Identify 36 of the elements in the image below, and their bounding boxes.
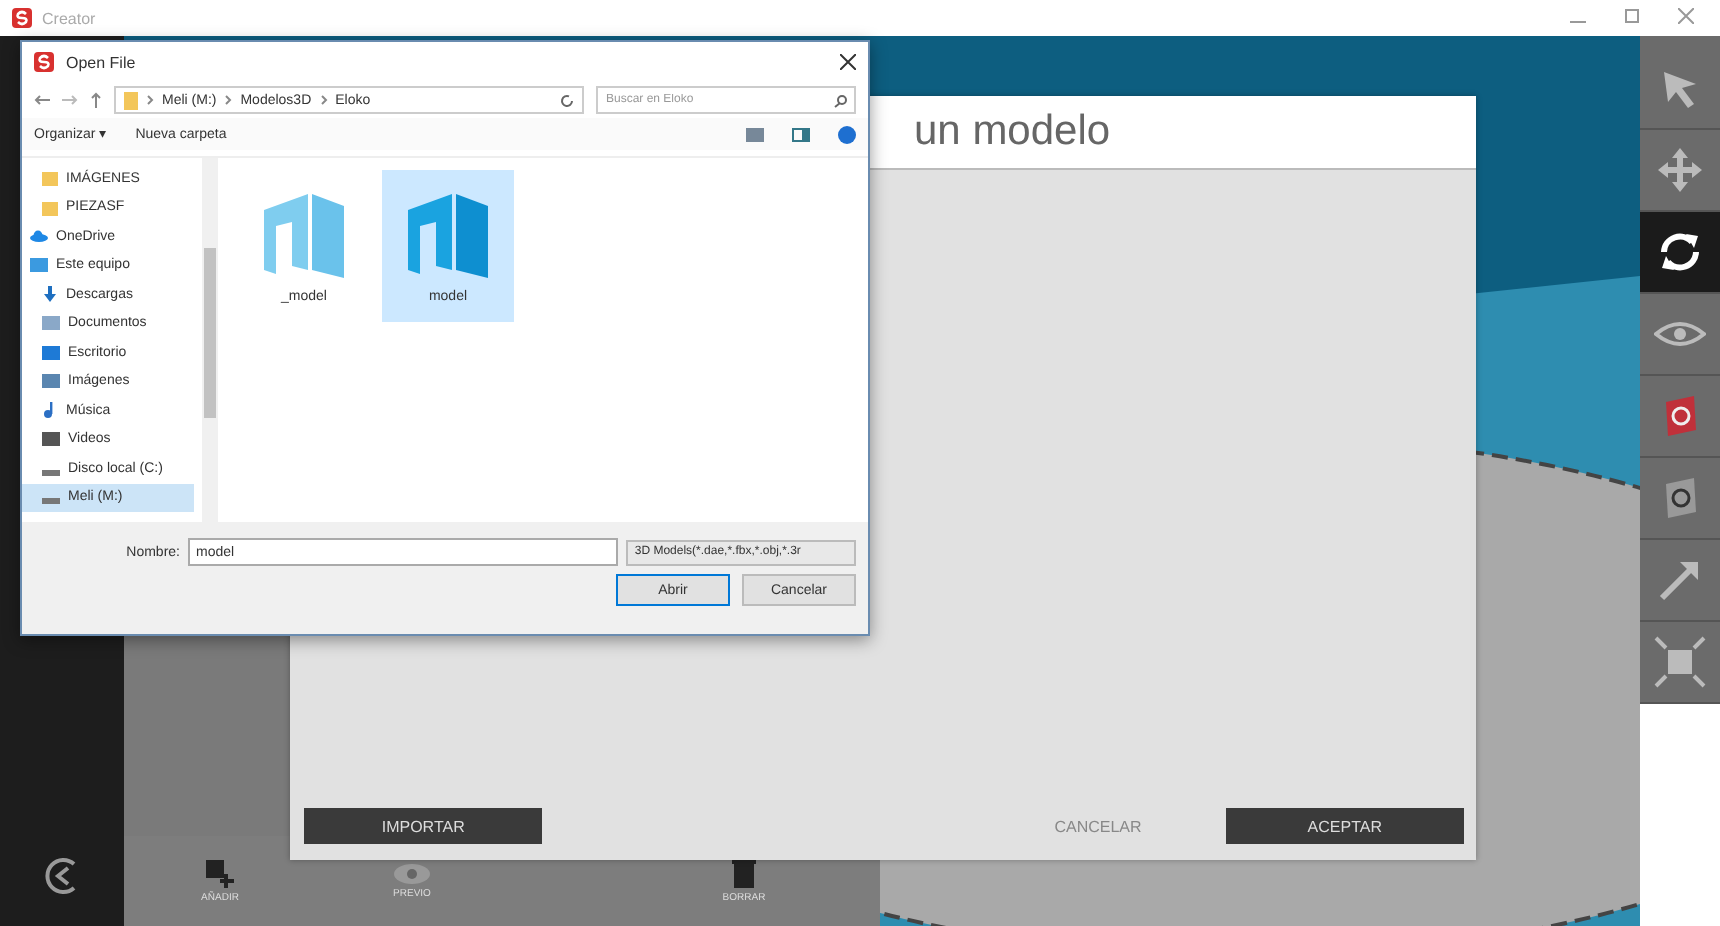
scale-icon [1654,636,1706,688]
cloud-icon [30,230,48,243]
eye-icon [394,863,430,883]
chevron-icon [319,94,328,106]
eye-icon [1654,320,1706,348]
window-title: Creator [42,9,98,27]
search-icon [834,93,848,107]
trash-icon [732,859,756,887]
modal-button[interactable]: ACEPTAR [1225,808,1464,844]
modal-title: un modelo [914,108,1111,156]
cube-icon [1660,394,1700,438]
modal-button[interactable]: IMPORTAR [304,808,543,844]
up-arrow-icon[interactable] [90,92,102,108]
music-note-icon [42,402,58,419]
scrollbar[interactable] [202,158,218,522]
model-file-icon [260,189,348,281]
diagonal-arrow-icon [1656,556,1704,604]
folder-icon [124,91,138,109]
add-layer-icon [206,859,234,887]
refresh-icon[interactable] [560,93,574,107]
chevron-icon [146,94,154,106]
close-icon[interactable] [840,54,856,70]
back-arrow-icon[interactable] [34,94,50,106]
tool-button[interactable] [1640,212,1720,294]
app-logo-icon [34,52,54,72]
model-file-icon [404,189,492,281]
pane-icon[interactable] [792,127,810,141]
maximize-icon[interactable] [1624,8,1640,24]
move-icon [1656,146,1704,194]
dialog-title: Open File [66,53,138,71]
cube-icon [1660,476,1700,520]
app-logo-icon [12,8,32,28]
chevron-icon [224,94,233,106]
download-icon [42,286,58,303]
minimize-icon[interactable] [1570,20,1586,24]
rotate-icon [1656,228,1704,276]
